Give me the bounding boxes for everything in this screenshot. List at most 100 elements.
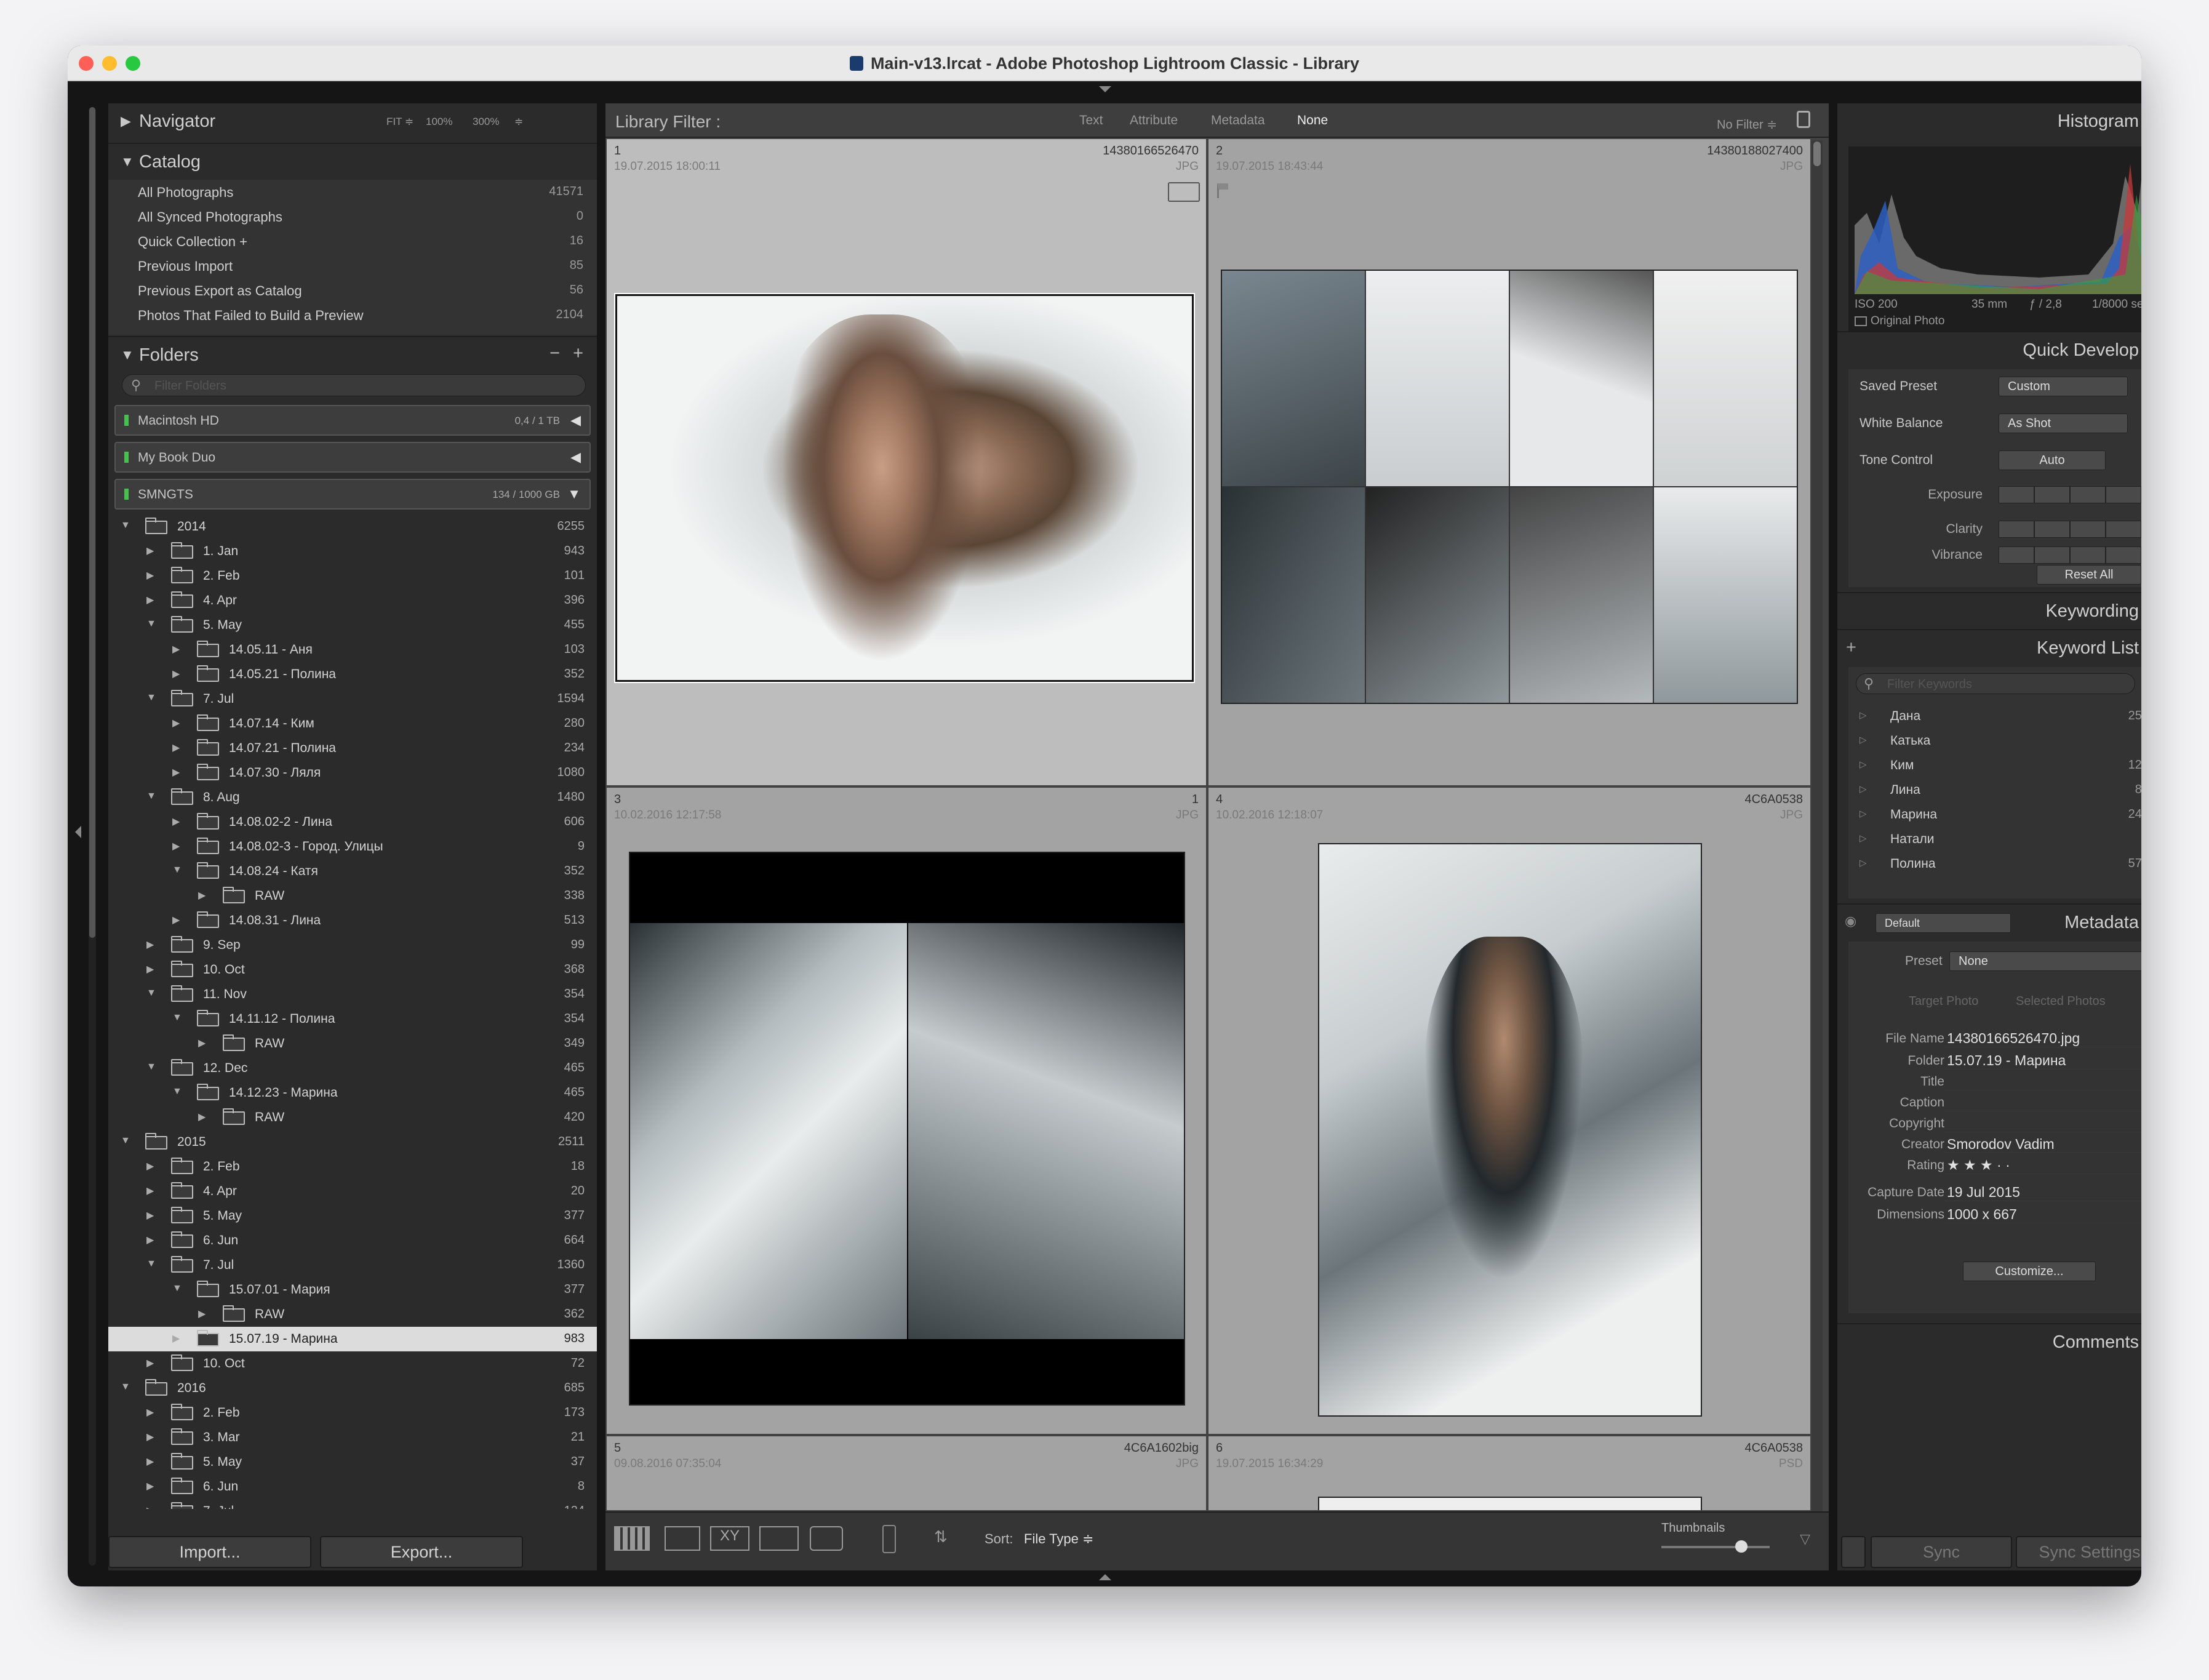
exposure-buttons[interactable] bbox=[1999, 486, 2141, 503]
folder-row[interactable]: ▼ 7. Jul 1594 bbox=[108, 687, 597, 711]
folder-row[interactable]: ▶ RAW 349 bbox=[108, 1031, 597, 1056]
histogram-header[interactable]: Histogram ▼ bbox=[1837, 103, 2141, 140]
folder-row[interactable]: ▶ 3. Mar 21 bbox=[108, 1425, 597, 1450]
expand-arrow-icon[interactable]: ▷ bbox=[1859, 808, 1867, 819]
folder-row[interactable]: ▶ 14.05.11 - Аня 103 bbox=[108, 638, 597, 662]
selected-photos-toggle[interactable]: Selected Photos bbox=[2016, 994, 2106, 1009]
add-folder-button[interactable]: + bbox=[573, 343, 583, 364]
folder-row[interactable]: ▶ 15.07.19 - Марина 983 bbox=[108, 1327, 597, 1351]
loupe-view-button[interactable] bbox=[665, 1526, 700, 1551]
folder-row[interactable]: ▶ 14.07.30 - Ляля 1080 bbox=[108, 761, 597, 785]
expand-arrow-icon[interactable]: ▶ bbox=[172, 815, 180, 828]
expand-arrow-icon[interactable]: ▶ bbox=[172, 1332, 180, 1345]
expand-arrow-icon[interactable]: ▶ bbox=[172, 668, 180, 680]
keywording-header[interactable]: Keywording ◀ bbox=[1837, 592, 2141, 629]
eye-icon[interactable]: ◉ bbox=[1845, 913, 1856, 929]
metadata-field[interactable]: Title bbox=[1848, 1071, 2141, 1093]
keyword-item[interactable]: ▷ Дана 259 bbox=[1848, 704, 2141, 729]
import-button[interactable]: Import... bbox=[108, 1536, 311, 1568]
volume-macintosh-hd[interactable]: Macintosh HD 0,4 / 1 TB ◀ bbox=[114, 405, 591, 436]
lock-icon[interactable] bbox=[1797, 111, 1810, 128]
expand-arrow-icon[interactable]: ▶ bbox=[146, 1209, 154, 1222]
collapse-arrow-icon[interactable]: ▼ bbox=[146, 988, 156, 999]
metadata-header[interactable]: ◉ Default Metadata ▼ bbox=[1837, 903, 2141, 940]
top-panel-toggle-icon[interactable] bbox=[1099, 86, 1111, 92]
original-photo-checkbox[interactable] bbox=[1855, 316, 1867, 326]
thumbnail-cell[interactable]: 4 4C6A0538 10.02.2016 12:18:07 JPG bbox=[1208, 788, 1810, 1434]
keyword-item[interactable]: ▷Натали0 bbox=[1848, 827, 2141, 852]
folder-row[interactable]: ▶ 10. Oct 72 bbox=[108, 1351, 597, 1376]
metadata-field[interactable]: Caption bbox=[1848, 1092, 2141, 1114]
expand-arrow-icon[interactable]: ▶ bbox=[146, 1480, 154, 1492]
sync-button[interactable]: Sync bbox=[1871, 1536, 2012, 1568]
expand-arrow-icon[interactable]: ▶ bbox=[146, 1505, 154, 1509]
expand-arrow-icon[interactable]: ▶ bbox=[172, 914, 180, 926]
keyword-item[interactable]: ▷ Ким 120 bbox=[1848, 753, 2141, 778]
folder-row[interactable]: ▶ 14.08.02-3 - Город. Улицы 9 bbox=[108, 834, 597, 859]
folder-row[interactable]: ▶ 14.08.02-2 - Лина 606 bbox=[108, 810, 597, 834]
collapse-arrow-icon[interactable]: ▼ bbox=[146, 1062, 156, 1073]
folder-row[interactable]: ▶ RAW 362 bbox=[108, 1302, 597, 1327]
folder-row[interactable]: ▶ 7. Jul 124 bbox=[108, 1499, 597, 1509]
metadata-field[interactable]: Dimensions 1000 x 667 bbox=[1848, 1204, 2141, 1226]
thumbnail-size-slider[interactable] bbox=[1661, 1540, 1770, 1553]
navigator-header[interactable]: ▶ Navigator FIT ≑ 100% 300% ≑ bbox=[108, 103, 597, 140]
folder-row[interactable]: ▶ 9. Sep 99 bbox=[108, 933, 597, 958]
expand-arrow-icon[interactable]: ▶ bbox=[146, 1160, 154, 1172]
expand-arrow-icon[interactable]: ▶ bbox=[198, 889, 206, 902]
keyword-item[interactable]: ▷ Лина 89 bbox=[1848, 778, 2141, 802]
comments-header[interactable]: Comments ◀ bbox=[1837, 1323, 2141, 1360]
add-keyword-button[interactable]: + bbox=[1846, 638, 1856, 658]
flag-icon[interactable] bbox=[1217, 183, 1228, 198]
expand-arrow-icon[interactable]: ▶ bbox=[198, 1037, 206, 1049]
metadata-set-select[interactable]: Default bbox=[1875, 913, 2011, 933]
collapse-arrow-icon[interactable]: ▼ bbox=[146, 791, 156, 802]
sort-select[interactable]: File Type ≑ bbox=[1024, 1531, 1093, 1562]
expand-arrow-icon[interactable]: ▷ bbox=[1859, 833, 1867, 844]
filter-tab-none[interactable]: None bbox=[1297, 113, 1328, 128]
expand-arrow-icon[interactable]: ▶ bbox=[172, 766, 180, 778]
folder-row[interactable]: ▶ 14.07.14 - Ким 280 bbox=[108, 711, 597, 736]
left-scrollbar[interactable] bbox=[89, 107, 96, 1566]
folder-row[interactable]: ▼ 15.07.01 - Мария 377 bbox=[108, 1278, 597, 1302]
folder-row[interactable]: ▶ 14.07.21 - Полина 234 bbox=[108, 736, 597, 761]
folder-row[interactable]: ▼ 2015 2511 bbox=[108, 1130, 597, 1154]
collapse-arrow-icon[interactable]: ▼ bbox=[172, 865, 182, 876]
expand-arrow-icon[interactable]: ▶ bbox=[172, 742, 180, 754]
collapse-arrow-icon[interactable]: ▼ bbox=[146, 618, 156, 630]
catalog-item[interactable]: Previous Export as Catalog 56 bbox=[108, 278, 597, 303]
collapse-arrow-icon[interactable]: ▼ bbox=[172, 1086, 182, 1097]
toolbar-menu-icon[interactable]: ▽ bbox=[1800, 1531, 1810, 1547]
folder-row[interactable]: ▼ 14.12.23 - Марина 465 bbox=[108, 1081, 597, 1105]
filter-tab-metadata[interactable]: Metadata bbox=[1211, 113, 1265, 128]
metadata-field[interactable]: Capture Date 19 Jul 2015 bbox=[1848, 1182, 2141, 1204]
keyword-item[interactable]: ▷ Полина 571 bbox=[1848, 852, 2141, 876]
white-balance-select[interactable]: As Shot bbox=[1999, 414, 2128, 433]
sync-toggle-switch[interactable] bbox=[1841, 1536, 1866, 1568]
folder-row[interactable]: ▶ 6. Jun 664 bbox=[108, 1228, 597, 1253]
clarity-buttons[interactable] bbox=[1999, 521, 2141, 538]
metadata-field[interactable]: Copyright bbox=[1848, 1113, 2141, 1135]
sync-settings-button[interactable]: Sync Settings bbox=[2016, 1536, 2141, 1568]
filter-tab-text[interactable]: Text bbox=[1079, 113, 1103, 128]
photo-thumbnail[interactable] bbox=[1221, 270, 1798, 704]
grid-view-button[interactable] bbox=[614, 1526, 650, 1551]
collapse-arrow-icon[interactable]: ▼ bbox=[121, 1382, 130, 1393]
expand-arrow-icon[interactable]: ▶ bbox=[198, 1111, 206, 1123]
expand-arrow-icon[interactable]: ▶ bbox=[146, 594, 154, 606]
compare-view-button[interactable]: XY bbox=[710, 1526, 749, 1551]
expand-arrow-icon[interactable]: ▶ bbox=[146, 545, 154, 557]
expand-arrow-icon[interactable]: ▷ bbox=[1859, 710, 1867, 721]
thumbnail-cell[interactable]: 2 14380188027400 19.07.2015 18:43:44 JPG bbox=[1208, 139, 1810, 785]
expand-arrow-icon[interactable]: ▶ bbox=[146, 938, 154, 951]
remove-folder-button[interactable]: − bbox=[549, 343, 560, 364]
catalog-item[interactable]: Previous Import 85 bbox=[108, 254, 597, 278]
folder-row[interactable]: ▶ 14.08.31 - Лина 513 bbox=[108, 908, 597, 933]
expand-arrow-icon[interactable]: ▶ bbox=[146, 1431, 154, 1443]
folders-header[interactable]: ▼ Folders − + bbox=[108, 336, 597, 373]
people-view-button[interactable] bbox=[810, 1526, 843, 1551]
collapse-arrow-icon[interactable]: ▼ bbox=[121, 520, 130, 531]
filter-preset-select[interactable]: No Filter ≑ bbox=[1717, 117, 1777, 132]
folder-row[interactable]: ▶ 1. Jan 943 bbox=[108, 539, 597, 564]
expand-arrow-icon[interactable]: ▶ bbox=[172, 643, 180, 655]
